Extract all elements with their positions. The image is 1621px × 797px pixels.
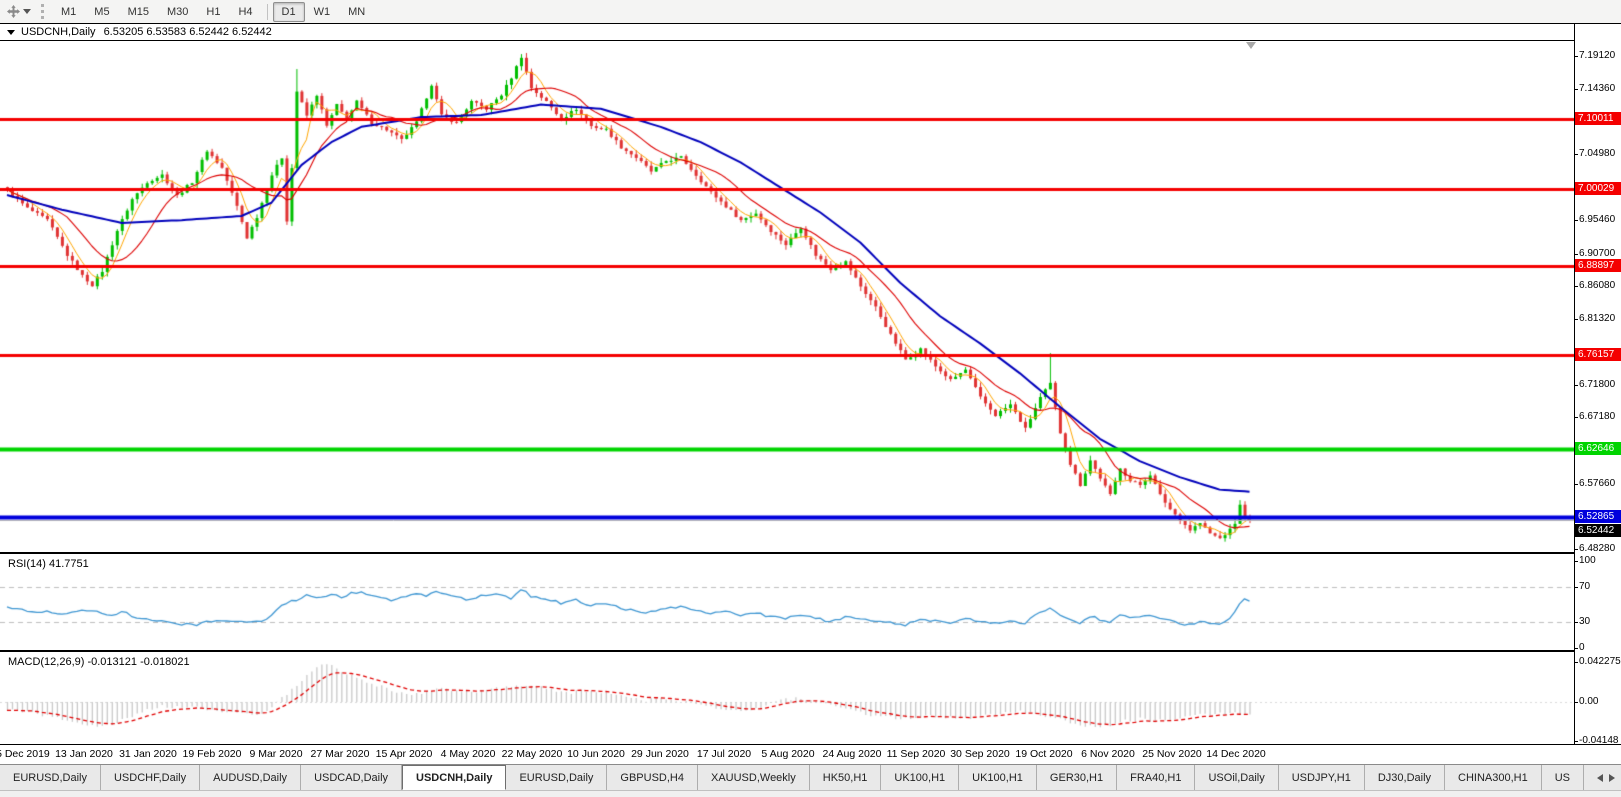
chart-title-bar: USDCNH,Daily 6.53205 6.53583 6.52442 6.5… (0, 24, 1621, 40)
tab-scroll-right-icon[interactable] (1609, 774, 1615, 782)
date-tick-label: 6 Nov 2020 (1081, 748, 1135, 760)
price-tick-label: 6.95460 (1579, 214, 1615, 225)
toolbar-separator (267, 4, 268, 20)
chart-tab-fra40-h1[interactable]: FRA40,H1 (1117, 765, 1195, 790)
hline-price-label: 6.76157 (1575, 348, 1621, 361)
date-tick-label: 19 Feb 2020 (183, 748, 242, 760)
date-tick-label: 31 Jan 2020 (119, 748, 177, 760)
date-tick-label: 29 Jun 2020 (631, 748, 689, 760)
macd-tick-label: 0.042275 (1579, 656, 1621, 667)
chart-shift-marker-icon[interactable] (1246, 42, 1256, 49)
hline-price-label: 7.10011 (1575, 112, 1621, 125)
date-tick-label: 4 May 2020 (441, 748, 496, 760)
hline-price-label: 6.52865 (1575, 510, 1621, 523)
current-price-label: 6.52442 (1575, 524, 1621, 537)
chart-tab-china300-h1[interactable]: CHINA300,H1 (1445, 765, 1542, 790)
macd-indicator-canvas[interactable] (0, 652, 1574, 744)
chart-tab-usdchf-daily[interactable]: USDCHF,Daily (101, 765, 200, 790)
timeframe-button-d1[interactable]: D1 (273, 2, 305, 22)
date-tick-label: 17 Jul 2020 (697, 748, 751, 760)
chart-tab-ger30-h1[interactable]: GER30,H1 (1037, 765, 1117, 790)
price-tick-label: 6.67180 (1579, 411, 1615, 422)
chart-ohlc-values: 6.53205 6.53583 6.52442 6.52442 (104, 26, 272, 38)
rsi-indicator-canvas[interactable] (0, 554, 1574, 650)
rsi-tick-label: 100 (1579, 555, 1596, 566)
date-tick-label: 25 Dec 2019 (0, 748, 50, 760)
timeframe-button-mn[interactable]: MN (339, 2, 374, 22)
date-tick-label: 15 Apr 2020 (376, 748, 433, 760)
tab-scroll-left-icon[interactable] (1597, 774, 1603, 782)
price-tick-label: 7.14360 (1579, 83, 1615, 94)
timeframe-button-h4[interactable]: H4 (229, 2, 261, 22)
date-tick-label: 30 Sep 2020 (950, 748, 1010, 760)
chart-tab-uk100-h1[interactable]: UK100,H1 (881, 765, 959, 790)
tab-scroll-arrows (1593, 765, 1619, 790)
chart-tab-usdcnh-daily[interactable]: USDCNH,Daily (402, 765, 506, 790)
price-chart-canvas[interactable] (0, 41, 1574, 552)
price-tick-label: 6.90700 (1579, 248, 1615, 259)
date-tick-label: 14 Dec 2020 (1206, 748, 1266, 760)
date-tick-label: 10 Jun 2020 (567, 748, 625, 760)
chart-tab-audusd-daily[interactable]: AUDUSD,Daily (200, 765, 301, 790)
timeframe-button-h1[interactable]: H1 (197, 2, 229, 22)
date-tick-label: 22 May 2020 (502, 748, 563, 760)
chart-menu-caret-icon[interactable] (7, 30, 15, 35)
chart-tab-bar: EURUSD,DailyUSDCHF,DailyAUDUSD,DailyUSDC… (0, 765, 1621, 791)
hline-price-label: 6.88897 (1575, 259, 1621, 272)
date-tick-label: 13 Jan 2020 (55, 748, 113, 760)
hline-price-label: 7.00029 (1575, 182, 1621, 195)
chart-tab-uk100-h1[interactable]: UK100,H1 (959, 765, 1037, 790)
date-tick-label: 24 Aug 2020 (823, 748, 882, 760)
chart-tab-usoil-daily[interactable]: USOil,Daily (1195, 765, 1278, 790)
price-tick-label: 6.57660 (1579, 478, 1615, 489)
macd-indicator-label: MACD(12,26,9) -0.013121 -0.018021 (8, 656, 190, 668)
price-tick-label: 6.48280 (1579, 543, 1615, 554)
price-tick-label: 6.71800 (1579, 379, 1615, 390)
chart-symbol-period: USDCNH,Daily (21, 26, 96, 38)
date-tick-label: 25 Nov 2020 (1142, 748, 1202, 760)
date-tick-label: 19 Oct 2020 (1015, 748, 1072, 760)
toolbar-grip-handle[interactable] (41, 4, 44, 19)
chart-tab-eurusd-daily[interactable]: EURUSD,Daily (0, 765, 101, 790)
timeframe-toolbar: M1M5M15M30H1H4 D1W1MN (0, 0, 1621, 24)
date-tick-label: 9 Mar 2020 (249, 748, 302, 760)
chart-tab-usdcad-daily[interactable]: USDCAD,Daily (301, 765, 402, 790)
rsi-tick-label: 70 (1579, 581, 1590, 592)
chart-tab-eurusd-daily[interactable]: EURUSD,Daily (506, 765, 607, 790)
hline-price-label: 6.62646 (1575, 442, 1621, 455)
price-tick-label: 7.04980 (1579, 148, 1615, 159)
chart-tab-gbpusd-h4[interactable]: GBPUSD,H4 (607, 765, 698, 790)
price-tick-label: 7.19120 (1579, 50, 1615, 61)
move-cursor-icon[interactable] (5, 4, 21, 20)
price-axis: 7.19120 7.14360 7.04980 6.95460 6.90700 6.860… (1575, 24, 1621, 744)
rsi-tick-label: 30 (1579, 616, 1590, 627)
price-tick-label: 6.81320 (1579, 313, 1615, 324)
chart-tab-hk50-h1[interactable]: HK50,H1 (810, 765, 882, 790)
chart-tab-usdjpy-h1[interactable]: USDJPY,H1 (1279, 765, 1365, 790)
timeframe-button-m1[interactable]: M1 (52, 2, 85, 22)
chart-tab-us[interactable]: US (1542, 765, 1584, 790)
mt4-application-window: M1M5M15M30H1H4 D1W1MN USDCNH,Daily 6.5320… (0, 0, 1621, 797)
date-tick-label: 27 Mar 2020 (311, 748, 370, 760)
date-tick-label: 11 Sep 2020 (887, 748, 946, 760)
rsi-indicator-label: RSI(14) 41.7751 (8, 558, 89, 570)
rsi-tick-label: 0 (1579, 642, 1585, 653)
chart-tab-xauusd-weekly[interactable]: XAUUSD,Weekly (698, 765, 810, 790)
date-tick-label: 5 Aug 2020 (761, 748, 814, 760)
date-axis: 25 Dec 2019 13 Jan 2020 31 Jan 2020 19 Feb … (0, 745, 1621, 764)
macd-tick-label: 0.00 (1579, 696, 1598, 707)
toolbar-dropdown-caret-icon[interactable] (23, 9, 31, 14)
price-tick-label: 6.86080 (1579, 280, 1615, 291)
timeframe-button-w1[interactable]: W1 (305, 2, 340, 22)
timeframe-button-m15[interactable]: M15 (119, 2, 158, 22)
chart-tab-dj30-daily[interactable]: DJ30,Daily (1365, 765, 1445, 790)
timeframe-button-m5[interactable]: M5 (85, 2, 118, 22)
timeframe-button-m30[interactable]: M30 (158, 2, 197, 22)
